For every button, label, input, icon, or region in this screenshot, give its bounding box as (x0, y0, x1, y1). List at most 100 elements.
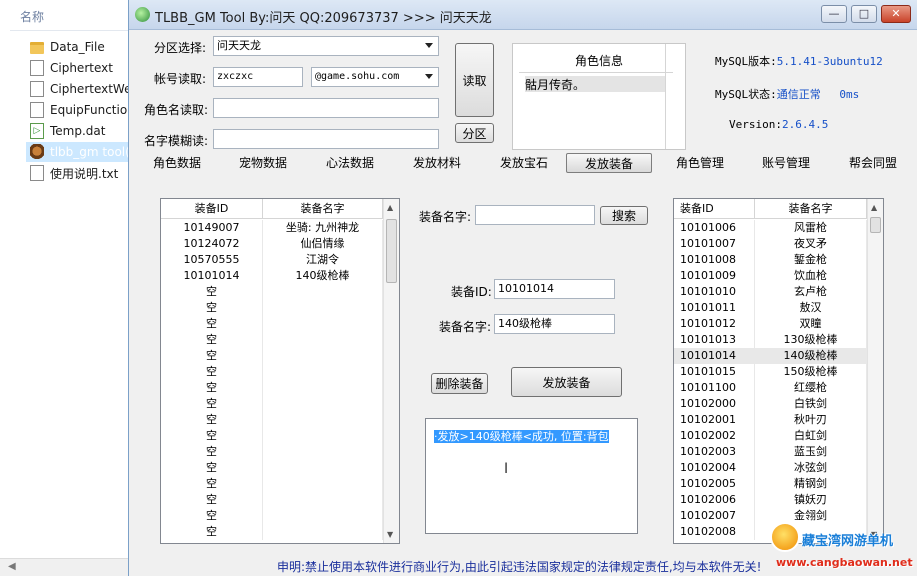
explorer-file-item[interactable]: ▷ Temp.dat (30, 121, 105, 141)
close-button[interactable]: ✕ (881, 5, 911, 23)
table-row[interactable]: 10101013 130级枪棒 (674, 332, 867, 348)
table-row[interactable]: 10101012 双瞳 (674, 316, 867, 332)
table-row[interactable]: 10101008 錾金枪 (674, 252, 867, 268)
column-header-equip-name[interactable]: 装备名字 (263, 199, 383, 218)
role-info-row[interactable]: 骷月传奇。 (525, 76, 665, 92)
role-info-row[interactable] (525, 93, 665, 109)
table-row[interactable]: 空 (161, 348, 383, 364)
maximize-button[interactable]: □ (851, 5, 877, 23)
explorer-file-item[interactable]: tlbb_gm tool( (26, 142, 130, 162)
role-info-row[interactable] (525, 110, 665, 126)
table-row[interactable]: 空 (161, 364, 383, 380)
fuzzy-input[interactable] (213, 129, 439, 149)
equip-id-cell: 10102006 (674, 492, 755, 508)
equip-id-input[interactable]: 10101014 (494, 279, 615, 299)
zone-button[interactable]: 分区 (455, 123, 494, 143)
right-grid-scrollbar[interactable]: ▲ ▼ (867, 199, 883, 543)
table-row[interactable]: 10102005 精钢剑 (674, 476, 867, 492)
title-bar[interactable]: TLBB_GM Tool By:问天 QQ:209673737 >>> 问天天龙… (129, 0, 917, 30)
table-row[interactable]: 空 (161, 284, 383, 300)
role-input[interactable] (213, 98, 439, 118)
mysql-version-row: MySQL版本:5.1.41-3ubuntu12 (715, 53, 883, 69)
scrollbar-thumb[interactable] (386, 219, 397, 283)
table-row[interactable]: 10101009 饮血枪 (674, 268, 867, 284)
table-row[interactable]: 10101011 敖汉 (674, 300, 867, 316)
minimize-button[interactable]: — (821, 5, 847, 23)
table-row[interactable]: 空 (161, 396, 383, 412)
issued-equipment-grid[interactable]: 装备ID 装备名字 10149007 坐骑: 九州神龙 10124072 仙侣情缘 10… (160, 198, 400, 544)
scrollbar-thumb[interactable] (870, 217, 881, 233)
tab-5[interactable]: 发放装备 (566, 153, 652, 173)
equip-name-input[interactable]: 140级枪棒 (494, 314, 615, 334)
text-file-icon (30, 165, 44, 181)
table-row[interactable]: 10102003 蓝玉剑 (674, 444, 867, 460)
tab-6[interactable]: 角色管理 (676, 153, 724, 173)
table-row[interactable]: 空 (161, 524, 383, 540)
server-select[interactable]: 问天天龙 (213, 36, 439, 56)
tab-8[interactable]: 帮会同盟 (849, 153, 897, 173)
text-cursor-icon: I (504, 461, 509, 477)
scroll-down-icon[interactable]: ▼ (387, 530, 393, 539)
table-row[interactable]: 空 (161, 332, 383, 348)
explorer-file-item[interactable]: Data_File (30, 37, 105, 57)
domain-select[interactable]: @game.sohu.com (311, 67, 439, 87)
table-row[interactable]: 空 (161, 412, 383, 428)
table-row[interactable]: 10101007 夜叉矛 (674, 236, 867, 252)
table-row[interactable]: 10101014 140级枪棒 (161, 268, 383, 284)
table-row[interactable]: 空 (161, 316, 383, 332)
table-row[interactable]: 10102002 白虹剑 (674, 428, 867, 444)
explorer-file-item[interactable]: Ciphertext (30, 58, 113, 78)
left-grid-scrollbar[interactable]: ▲ ▼ (383, 199, 399, 543)
table-row[interactable]: 10101006 风雷枪 (674, 220, 867, 236)
table-row[interactable]: 10124072 仙侣情缘 (161, 236, 383, 252)
table-row[interactable]: 10101100 红缨枪 (674, 380, 867, 396)
table-row[interactable]: 空 (161, 300, 383, 316)
equip-name-cell (263, 412, 383, 428)
account-input[interactable]: zxczxc (213, 67, 303, 87)
tab-1[interactable]: 宠物数据 (239, 153, 287, 173)
table-row[interactable]: 10101010 玄卢枪 (674, 284, 867, 300)
issue-equipment-button[interactable]: 发放装备 (511, 367, 622, 397)
column-header-equip-id[interactable]: 装备ID (161, 199, 263, 218)
equip-search-input[interactable] (475, 205, 595, 225)
app-version-label: Version: (729, 118, 782, 131)
tab-2[interactable]: 心法数据 (326, 153, 374, 173)
table-row[interactable]: 10102000 白铁剑 (674, 396, 867, 412)
explorer-file-item[interactable]: EquipFunctior (30, 100, 132, 120)
table-row[interactable]: 10101015 150级枪棒 (674, 364, 867, 380)
equip-name-cell (263, 476, 383, 492)
table-row[interactable]: 空 (161, 492, 383, 508)
scroll-up-icon[interactable]: ▲ (387, 203, 393, 212)
equipment-catalog-grid[interactable]: 装备ID 装备名字 10101006 风雷枪 10101007 夜叉矛 10101008… (673, 198, 884, 544)
scroll-left-icon[interactable]: ◀ (8, 561, 16, 572)
explorer-horizontal-scrollbar[interactable]: ◀ (0, 558, 128, 576)
table-row[interactable]: 空 (161, 476, 383, 492)
table-row[interactable]: 10101014 140级枪棒 (674, 348, 867, 364)
table-row[interactable]: 10102004 冰弦剑 (674, 460, 867, 476)
tab-4[interactable]: 发放宝石 (500, 153, 548, 173)
table-row[interactable]: 空 (161, 380, 383, 396)
table-row[interactable]: 10570555 江湖令 (161, 252, 383, 268)
scroll-up-icon[interactable]: ▲ (871, 203, 877, 212)
table-row[interactable]: 空 (161, 444, 383, 460)
tab-3[interactable]: 发放材料 (413, 153, 461, 173)
read-button[interactable]: 读取 (455, 43, 494, 117)
delete-equipment-button[interactable]: 删除装备 (431, 373, 488, 394)
search-button[interactable]: 搜索 (600, 206, 648, 225)
tab-0[interactable]: 角色数据 (153, 153, 201, 173)
table-row[interactable]: 空 (161, 428, 383, 444)
role-info-row[interactable] (525, 127, 665, 143)
table-row[interactable]: 10102001 秋叶刃 (674, 412, 867, 428)
tab-7[interactable]: 账号管理 (762, 153, 810, 173)
result-log-textarea[interactable]: ·发放>140级枪棒<成功, 位置:背包 I (425, 418, 638, 534)
equip-name-cell: 錾金枪 (755, 252, 867, 268)
explorer-name-column-header[interactable]: 名称 (20, 8, 44, 25)
table-row[interactable]: 空 (161, 460, 383, 476)
explorer-file-item[interactable]: CiphertextWe (30, 79, 131, 99)
explorer-file-item[interactable]: 使用说明.txt (30, 163, 118, 183)
table-row[interactable]: 10102006 镇妖刃 (674, 492, 867, 508)
column-header-equip-id[interactable]: 装备ID (674, 199, 755, 218)
table-row[interactable]: 空 (161, 508, 383, 524)
table-row[interactable]: 10149007 坐骑: 九州神龙 (161, 220, 383, 236)
column-header-equip-name[interactable]: 装备名字 (755, 199, 867, 218)
